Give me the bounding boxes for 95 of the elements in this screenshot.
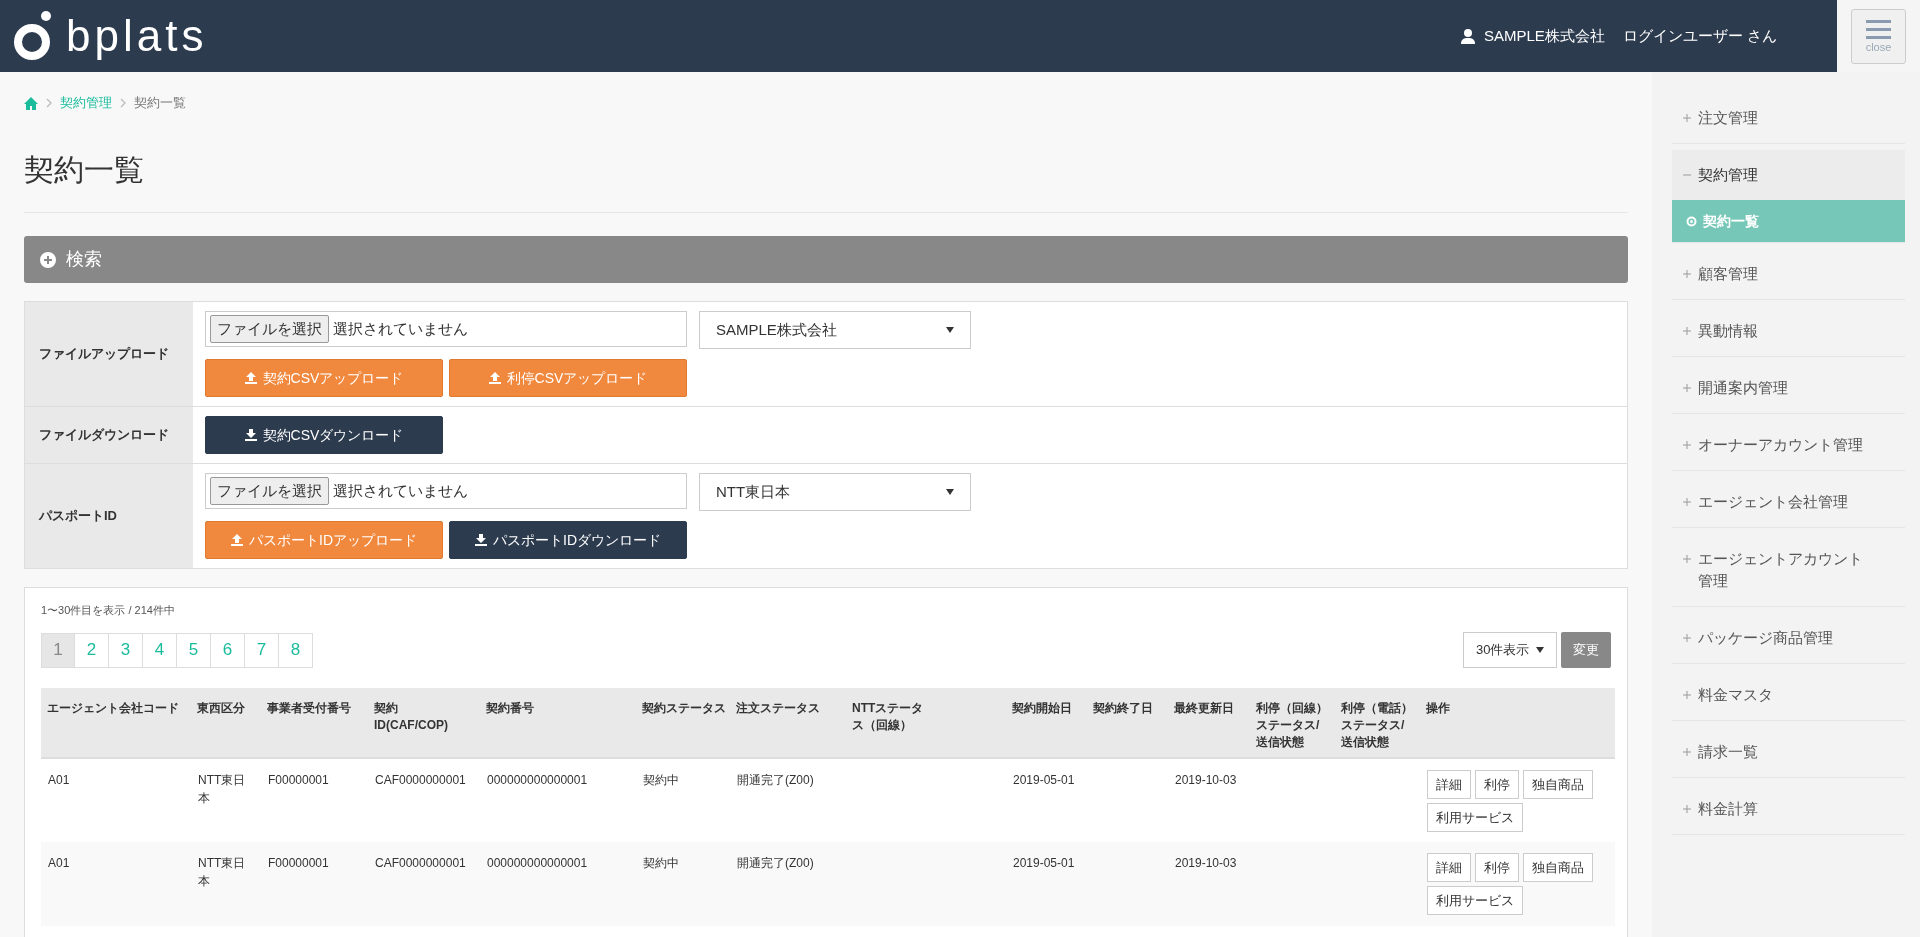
column-header: 利停（電話）ステータス/送信状態 — [1341, 700, 1414, 751]
form-label: ファイルアップロード — [25, 302, 193, 406]
action-button[interactable]: 独自商品 — [1523, 770, 1593, 799]
plus-icon — [1682, 497, 1692, 507]
caret-icon — [1536, 647, 1544, 653]
table-cell: NTT東日本 — [198, 773, 246, 805]
action-button[interactable]: 詳細 — [1427, 770, 1471, 799]
company-name: SAMPLE株式会社 — [1483, 25, 1605, 46]
table-cell: CAF0000000001 — [375, 773, 466, 787]
table-cell: F00000001 — [268, 856, 329, 870]
column-header: 操作 — [1426, 700, 1450, 717]
select-field[interactable]: NTT東日本 — [699, 473, 971, 511]
table-cell: 2019-10-03 — [1175, 773, 1237, 787]
sidebar-item[interactable]: 異動情報 — [1672, 306, 1905, 356]
sidebar-item[interactable]: 開通案内管理 — [1672, 363, 1905, 413]
table-cell: 2019-10-03 — [1175, 856, 1237, 870]
plus-icon — [1682, 804, 1692, 814]
result-count: 1〜30件目を表示 / 214件中 — [41, 603, 176, 618]
file-input[interactable]: ファイルを選択 選択されていません — [205, 473, 687, 509]
sidebar-item[interactable]: 顧客管理 — [1672, 249, 1905, 299]
chevron-icon — [46, 98, 52, 108]
sidebar-item[interactable]: エージェントアカウント管理 — [1672, 534, 1905, 606]
sidebar-item[interactable]: 料金計算 — [1672, 784, 1905, 834]
column-header: 契約終了日 — [1093, 700, 1153, 717]
action-button[interactable]: 利停 — [1475, 853, 1519, 882]
sidebar-item[interactable]: 契約管理 — [1672, 150, 1905, 200]
file-input[interactable]: ファイルを選択 選択されていません — [205, 311, 687, 347]
column-header: 利停（回線）ステータス/送信状態 — [1256, 700, 1329, 751]
download-button[interactable]: 契約CSVダウンロード — [205, 416, 443, 454]
page-size-select[interactable]: 30件表示 — [1463, 632, 1557, 668]
column-header: 契約開始日 — [1012, 700, 1072, 717]
table-cell: NTT東日本 — [198, 856, 246, 888]
table-cell: CAF0000000001 — [375, 856, 466, 870]
logo-text: bplats — [66, 14, 208, 58]
column-header: NTTステータス（回線） — [852, 700, 925, 734]
download-button[interactable]: パスポートIDダウンロード — [449, 521, 687, 559]
menu-icon — [1866, 20, 1891, 40]
caret-icon — [946, 489, 954, 495]
download-icon — [244, 429, 257, 441]
sidebar-item[interactable]: パッケージ商品管理 — [1672, 613, 1905, 663]
column-header: 契約ID(CAF/COP) — [374, 700, 447, 734]
sidebar-item[interactable]: オーナーアカウント管理 — [1672, 420, 1905, 470]
user-icon — [1459, 28, 1476, 44]
page-title: 契約一覧 — [24, 130, 1628, 213]
plus-icon — [1682, 554, 1692, 564]
plus-icon — [1682, 326, 1692, 336]
upload-icon — [244, 372, 257, 384]
column-header: エージェント会社コード — [47, 700, 179, 717]
upload-icon — [231, 534, 243, 546]
column-header: 契約番号 — [486, 700, 534, 717]
plus-icon — [1682, 690, 1692, 700]
home-icon[interactable] — [24, 96, 38, 110]
upload-icon — [488, 372, 501, 384]
select-field[interactable]: SAMPLE株式会社 — [699, 311, 971, 349]
table-cell: 000000000000001 — [487, 856, 588, 870]
table-cell: F00000001 — [268, 773, 329, 787]
table-cell: 開通完了(Z00) — [737, 773, 814, 787]
action-button[interactable]: 詳細 — [1427, 853, 1471, 882]
search-panel-header[interactable]: 検索 — [24, 236, 1628, 283]
plus-icon — [1682, 113, 1692, 123]
plus-icon — [1682, 269, 1692, 279]
action-button[interactable]: 独自商品 — [1523, 853, 1593, 882]
action-button[interactable]: 利用サービス — [1427, 886, 1523, 915]
chevron-icon — [120, 98, 126, 108]
column-header: 注文ステータス — [736, 700, 820, 717]
table-cell: 2019-05-01 — [1013, 773, 1075, 787]
ring-icon — [1686, 215, 1697, 227]
column-header: 東西区分 — [197, 700, 245, 717]
table-cell: 契約中 — [643, 773, 679, 787]
change-button[interactable]: 変更 — [1561, 632, 1611, 668]
plus-icon — [1682, 747, 1692, 757]
table-cell: A01 — [48, 856, 70, 870]
column-header: 契約ステータス — [642, 700, 726, 717]
sidebar-item[interactable]: 請求一覧 — [1672, 727, 1905, 777]
sidebar-item[interactable]: エージェント会社管理 — [1672, 477, 1905, 527]
table-cell: 契約中 — [643, 856, 679, 870]
table-cell: 000000000000001 — [487, 773, 588, 787]
plus-icon — [1682, 440, 1692, 450]
column-header: 最終更新日 — [1174, 700, 1234, 717]
sidebar-item[interactable]: 料金マスタ — [1672, 670, 1905, 720]
plus-icon — [1682, 383, 1692, 393]
breadcrumb-current: 契約一覧 — [134, 94, 186, 113]
action-button[interactable]: 利停 — [1475, 770, 1519, 799]
table-cell: A01 — [48, 773, 70, 787]
column-header: 事業者受付番号 — [267, 700, 351, 717]
table-cell: 2019-05-01 — [1013, 856, 1075, 870]
table-cell: 開通完了(Z00) — [737, 856, 814, 870]
sidebar-item[interactable]: 注文管理 — [1672, 93, 1905, 143]
action-button[interactable]: 利用サービス — [1427, 803, 1523, 832]
plus-icon — [1682, 633, 1692, 643]
form-label: ファイルダウンロード — [25, 407, 193, 463]
user-name: ログインユーザー さん — [1622, 25, 1777, 46]
download-icon — [475, 534, 487, 546]
form-label: パスポートID — [25, 464, 193, 568]
caret-icon — [946, 327, 954, 333]
